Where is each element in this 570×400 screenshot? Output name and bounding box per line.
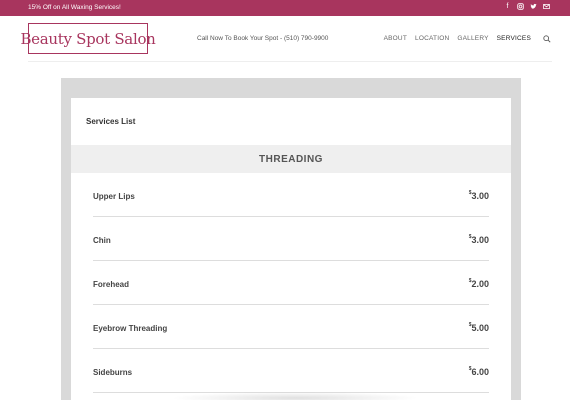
mail-icon[interactable] — [543, 3, 550, 11]
category-header: THREADING — [71, 145, 511, 173]
services-card: Services List THREADING Upper Lips $3.00… — [71, 98, 511, 400]
list-item: Sideburns $6.00 — [93, 349, 489, 393]
service-price: $2.00 — [468, 278, 489, 289]
service-price: $3.00 — [468, 234, 489, 245]
site-header: Beauty Spot Salon Call Now To Book Your … — [0, 16, 570, 62]
service-name: Eyebrow Threading — [93, 324, 168, 333]
services-list: Upper Lips $3.00 Chin $3.00 Forehead $2.… — [93, 173, 489, 393]
facebook-icon[interactable]: f — [504, 3, 511, 11]
logo[interactable]: Beauty Spot Salon — [20, 23, 156, 54]
twitter-icon[interactable] — [530, 3, 537, 11]
header-divider — [28, 61, 552, 62]
service-name: Chin — [93, 236, 111, 245]
list-item: Eyebrow Threading $5.00 — [93, 305, 489, 349]
service-name: Upper Lips — [93, 192, 135, 201]
nav-services[interactable]: SERVICES — [497, 35, 531, 42]
promo-bar: 15% Off on All Waxing Services! f — [0, 0, 570, 16]
social-links: f — [504, 3, 550, 11]
logo-text: Beauty Spot Salon — [20, 29, 156, 48]
service-price: $5.00 — [468, 322, 489, 333]
bottom-shadow — [170, 392, 420, 400]
nav-about[interactable]: ABOUT — [384, 35, 407, 42]
main-nav: ABOUT LOCATION GALLERY SERVICES — [384, 34, 552, 43]
list-item: Chin $3.00 — [93, 217, 489, 261]
nav-location[interactable]: LOCATION — [415, 35, 449, 42]
service-price: $3.00 — [468, 190, 489, 201]
service-name: Sideburns — [93, 368, 133, 377]
services-list-title: Services List — [86, 117, 136, 126]
service-name: Forehead — [93, 280, 130, 289]
service-price: $6.00 — [468, 366, 489, 377]
search-icon[interactable] — [543, 34, 552, 43]
nav-gallery[interactable]: GALLERY — [457, 35, 488, 42]
list-item: Forehead $2.00 — [93, 261, 489, 305]
list-item: Upper Lips $3.00 — [93, 173, 489, 217]
promo-text: 15% Off on All Waxing Services! — [28, 4, 121, 11]
category-title: THREADING — [259, 153, 323, 165]
call-to-book-text: Call Now To Book Your Spot - (510) 790-9… — [197, 35, 329, 42]
instagram-icon[interactable] — [517, 3, 524, 11]
